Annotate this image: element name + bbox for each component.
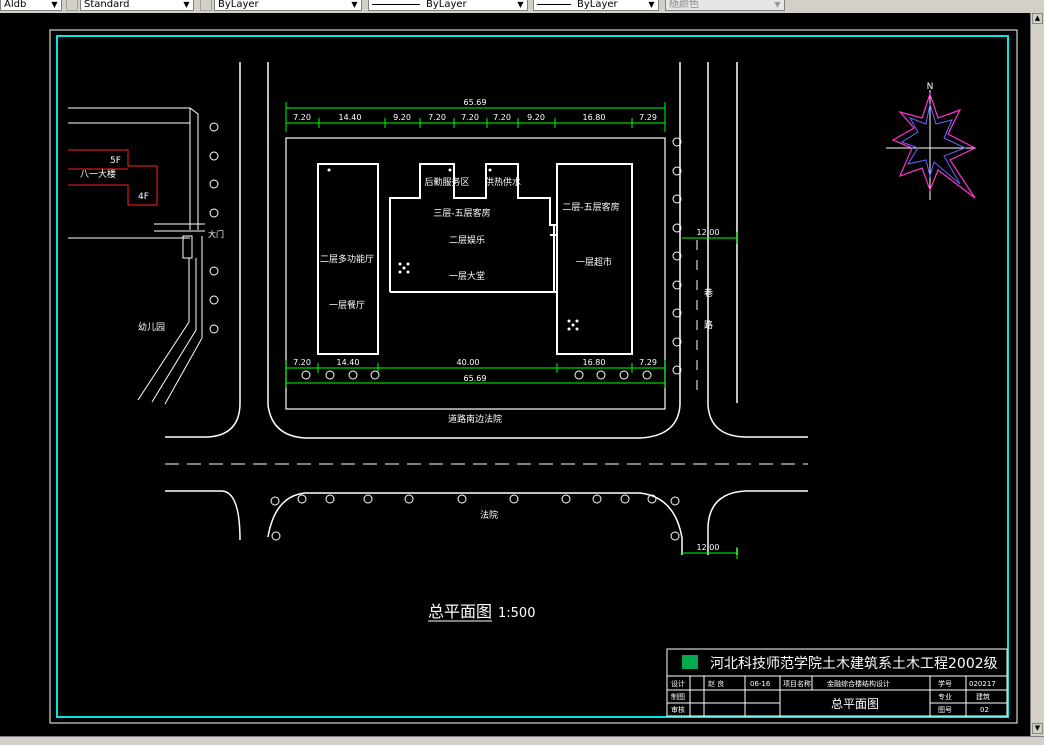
- scroll-down-icon[interactable]: ▼: [1032, 723, 1043, 734]
- plot-style-value: 随颜色: [669, 0, 699, 10]
- tb-cell: 项目名称: [783, 679, 811, 688]
- tb-cell: 020217: [969, 680, 996, 688]
- plan-scale: 1:500: [498, 606, 535, 621]
- label-road-right-1: 巷: [704, 288, 713, 299]
- tb-cell: 专业: [938, 692, 952, 701]
- dim-total-bottom: 65.69: [464, 374, 487, 383]
- label-restaurant: 一层餐厅: [329, 299, 365, 311]
- road-width-bottom: 12.00: [697, 543, 720, 552]
- label-gate: 大门: [208, 229, 224, 239]
- tb-cell: 建筑: [976, 692, 990, 701]
- tb-drawing-name: 总平面图: [831, 697, 879, 711]
- tb-cell: 06-16: [750, 680, 771, 688]
- wind-rose-icon: N: [886, 82, 977, 200]
- dim-label: 7.20: [493, 113, 511, 122]
- tb-cell: 学号: [938, 679, 952, 688]
- lineweight-select[interactable]: ByLayer ▼: [533, 0, 659, 11]
- tb-cell: 金融综合楼结构设计: [827, 679, 890, 688]
- dim-style-select[interactable]: Standard ▼: [80, 0, 194, 11]
- dim-label: 7.20: [461, 113, 479, 122]
- layer-icon[interactable]: [200, 0, 212, 11]
- linetype-select[interactable]: ByLayer ▼: [368, 0, 528, 11]
- dim-label: 14.40: [337, 358, 360, 367]
- label-entertainment: 二层娱乐: [449, 234, 485, 246]
- tb-cell: 制图: [671, 692, 685, 701]
- label-lobby: 一层大堂: [449, 270, 485, 282]
- dim-label: 7.20: [293, 358, 311, 367]
- scroll-up-icon[interactable]: ▲: [1032, 13, 1043, 24]
- label-4f: 4F: [138, 192, 149, 202]
- chevron-down-icon: ▼: [183, 0, 190, 9]
- plan-title: 总平面图: [428, 602, 492, 621]
- label-supermarket: 一层超市: [576, 256, 612, 268]
- dim-label: 16.80: [583, 358, 606, 367]
- dim-label: 7.29: [639, 113, 657, 122]
- layer-select[interactable]: ByLayer ▼: [214, 0, 362, 11]
- dim-label: 9.20: [527, 113, 545, 122]
- label-kindergarten: 幼儿园: [138, 321, 165, 333]
- road-lines: [165, 62, 808, 555]
- chevron-down-icon: ▼: [774, 0, 781, 9]
- label-court: 法院: [480, 509, 498, 521]
- drawing-canvas[interactable]: 65.69 7.20 14.40 9.20 7.20 7.20 7.20 9.2…: [0, 13, 1030, 736]
- lineweight-value: ByLayer: [577, 0, 618, 10]
- site-plan-drawing: 65.69 7.20 14.40 9.20 7.20 7.20 7.20 9.2…: [49, 29, 1018, 724]
- dim-label: 7.20: [428, 113, 446, 122]
- road-width-top: 12.00: [697, 228, 720, 237]
- road-width-dims: [682, 232, 738, 559]
- properties-toolbar: Aldb ▼ Standard ▼ ByLayer ▼ ByLayer ▼ By…: [0, 0, 1044, 14]
- label-boiler: 供热供水: [485, 176, 521, 188]
- tb-cell: 图号: [938, 706, 952, 714]
- north-label: N: [927, 82, 934, 92]
- label-5f: 5F: [110, 156, 121, 166]
- layer-value: ByLayer: [218, 0, 259, 10]
- chevron-down-icon: ▼: [51, 0, 58, 9]
- chevron-down-icon: ▼: [648, 0, 655, 9]
- dim-label: 40.00: [457, 358, 480, 367]
- linetype-preview: [372, 3, 420, 5]
- neighbor-building-lines: [68, 107, 205, 405]
- title-block: 河北科技师范学院土木建筑系土木工程2002级 设计 赵 良 06-16 项目名称…: [666, 648, 1008, 717]
- label-road-right-2: 路: [704, 319, 713, 331]
- label-street: 道路南边法院: [448, 413, 502, 425]
- dim-label: 14.40: [339, 113, 362, 122]
- chevron-down-icon: ▼: [517, 0, 524, 9]
- label-guest-rooms-center: 三层-五层客房: [433, 207, 490, 219]
- label-guest-rooms-right: 二层-五层客房: [562, 201, 619, 213]
- tb-cell: 赵 良: [708, 679, 724, 688]
- dim-label: 9.20: [393, 113, 411, 122]
- text-style-select[interactable]: Aldb ▼: [0, 0, 62, 11]
- dim-label: 16.80: [583, 113, 606, 122]
- label-bldg-81: 八一大楼: [80, 168, 116, 180]
- school-name: 河北科技师范学院土木建筑系土木工程2002级: [710, 655, 998, 672]
- dim-label: 7.29: [639, 358, 657, 367]
- label-multi-hall: 二层多功能厅: [320, 253, 374, 265]
- tb-cell: 设计: [671, 679, 685, 688]
- school-logo-icon: [682, 655, 698, 669]
- chevron-down-icon: ▼: [351, 0, 358, 9]
- linetype-value: ByLayer: [426, 0, 467, 10]
- tb-cell: 02: [980, 706, 989, 714]
- label-back-service: 后勤服务区: [424, 176, 469, 188]
- dim-style-icon[interactable]: [66, 0, 78, 11]
- dim-style-value: Standard: [84, 0, 130, 10]
- text-style-value: Aldb: [4, 0, 27, 10]
- dim-total-top: 65.69: [464, 98, 487, 107]
- tb-cell: 审核: [671, 705, 685, 714]
- dim-label: 7.20: [293, 113, 311, 122]
- vertical-scrollbar[interactable]: ▲ ▼: [1030, 13, 1044, 736]
- plot-style-select[interactable]: 随颜色 ▼: [665, 0, 785, 11]
- lineweight-preview: [537, 3, 571, 5]
